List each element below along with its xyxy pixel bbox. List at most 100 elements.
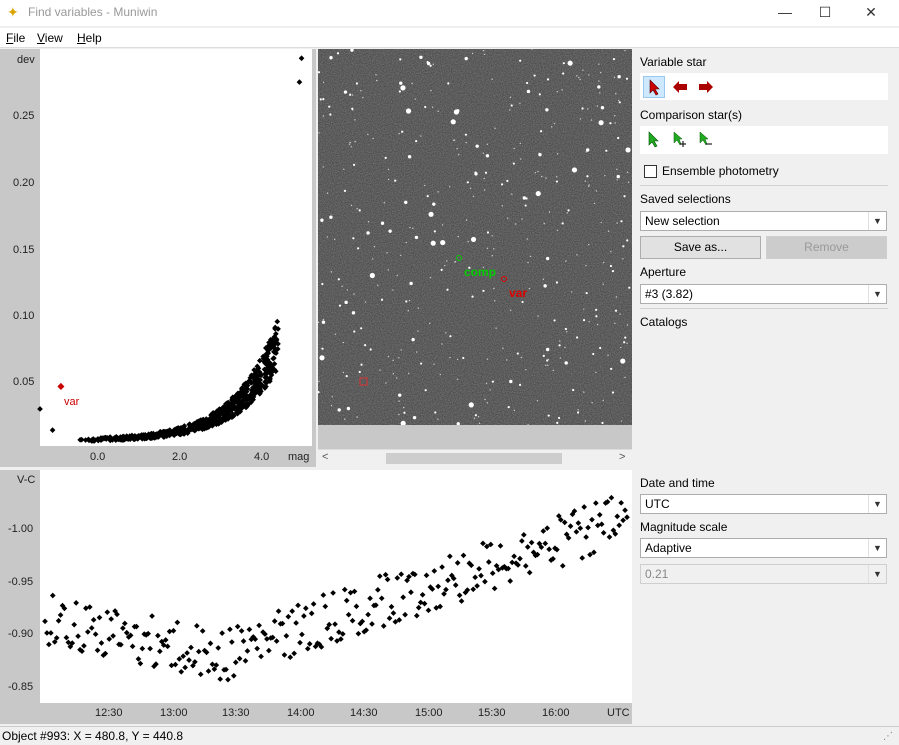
star bbox=[521, 218, 523, 220]
star bbox=[429, 64, 432, 67]
star bbox=[383, 202, 386, 204]
magnitude-range-dropdown[interactable]: 0.21 ▼ bbox=[640, 564, 887, 584]
display-options-panel: Date and time UTC ▼ Magnitude scale Adap… bbox=[634, 470, 893, 724]
star bbox=[516, 352, 519, 355]
star bbox=[321, 320, 326, 324]
star bbox=[526, 238, 529, 240]
star bbox=[486, 143, 488, 146]
star bbox=[548, 211, 551, 213]
star bbox=[469, 187, 472, 190]
star bbox=[520, 356, 523, 359]
star bbox=[387, 178, 390, 181]
star bbox=[376, 79, 378, 82]
star bbox=[398, 90, 401, 93]
select-variable-button[interactable] bbox=[643, 76, 665, 98]
star bbox=[429, 322, 431, 325]
add-comparison-button[interactable] bbox=[669, 129, 691, 151]
scrollbar-thumb[interactable] bbox=[386, 453, 562, 464]
star bbox=[566, 331, 568, 333]
star bbox=[354, 140, 356, 143]
star bbox=[543, 222, 545, 225]
previous-variable-button[interactable] bbox=[669, 76, 691, 98]
star bbox=[366, 231, 370, 235]
ensemble-label: Ensemble photometry bbox=[662, 164, 779, 178]
star bbox=[502, 347, 504, 349]
star bbox=[412, 227, 414, 229]
mag-dev-scatter-plot[interactable] bbox=[0, 49, 316, 467]
star bbox=[404, 200, 408, 205]
star bbox=[613, 76, 616, 79]
star bbox=[398, 357, 400, 359]
magnitude-scale-label: Magnitude scale bbox=[640, 520, 728, 534]
star bbox=[458, 153, 460, 156]
variable-star-toolbar bbox=[640, 73, 888, 100]
save-as-button[interactable]: Save as... bbox=[640, 236, 761, 259]
ensemble-checkbox[interactable] bbox=[644, 165, 657, 178]
star bbox=[351, 94, 354, 96]
star bbox=[319, 355, 325, 361]
star bbox=[601, 421, 604, 425]
star bbox=[614, 115, 616, 117]
scatter-x-tick: 2.0 bbox=[172, 451, 188, 463]
star bbox=[576, 411, 580, 414]
resize-grip-icon[interactable]: ⋰ bbox=[883, 731, 893, 742]
scroll-left-icon[interactable]: < bbox=[322, 451, 328, 463]
muniwin-star-icon: ✦ bbox=[7, 4, 19, 20]
star bbox=[547, 358, 550, 361]
menu-file[interactable]: File bbox=[6, 31, 25, 45]
remove-comparison-button[interactable] bbox=[695, 129, 717, 151]
star bbox=[351, 107, 354, 110]
next-variable-button[interactable] bbox=[695, 76, 717, 98]
star bbox=[409, 281, 413, 286]
star-field-image[interactable] bbox=[318, 49, 632, 425]
star bbox=[595, 315, 598, 318]
star bbox=[387, 269, 390, 271]
star bbox=[437, 110, 439, 112]
star bbox=[507, 405, 510, 409]
star bbox=[605, 149, 608, 152]
star bbox=[456, 358, 459, 361]
star bbox=[595, 371, 597, 374]
star bbox=[582, 319, 586, 322]
light-curve-plot[interactable] bbox=[0, 470, 632, 724]
star bbox=[482, 152, 485, 154]
star bbox=[321, 282, 324, 286]
star bbox=[535, 190, 541, 197]
remove-button[interactable]: Remove bbox=[766, 236, 887, 259]
scroll-right-icon[interactable]: > bbox=[619, 451, 625, 463]
star bbox=[344, 418, 346, 420]
select-comparison-button[interactable] bbox=[643, 129, 665, 151]
star bbox=[561, 89, 563, 91]
horizontal-scrollbar[interactable]: < > bbox=[318, 449, 632, 466]
star bbox=[486, 402, 489, 404]
star bbox=[433, 363, 435, 365]
date-time-dropdown[interactable]: UTC ▼ bbox=[640, 494, 887, 514]
maximize-button[interactable]: ☐ bbox=[802, 0, 848, 26]
aperture-dropdown[interactable]: #3 (3.82) ▼ bbox=[640, 284, 887, 304]
magnitude-scale-dropdown[interactable]: Adaptive ▼ bbox=[640, 538, 887, 558]
star bbox=[447, 82, 450, 85]
star bbox=[334, 333, 337, 335]
menu-bar: File View Help bbox=[0, 28, 899, 48]
star bbox=[537, 315, 539, 317]
menu-help[interactable]: Help bbox=[77, 31, 102, 45]
star bbox=[591, 401, 593, 404]
star bbox=[565, 260, 567, 262]
star bbox=[626, 324, 629, 326]
star bbox=[465, 219, 468, 221]
star bbox=[379, 369, 381, 371]
star bbox=[322, 81, 325, 84]
close-button[interactable]: ✕ bbox=[848, 0, 894, 26]
menu-view[interactable]: View bbox=[37, 31, 63, 45]
star bbox=[607, 354, 609, 356]
star bbox=[420, 135, 422, 137]
star bbox=[609, 264, 613, 268]
star bbox=[576, 75, 578, 77]
comparison-toolbar bbox=[640, 126, 888, 154]
saved-selections-dropdown[interactable]: New selection ▼ bbox=[640, 211, 887, 231]
star bbox=[441, 343, 443, 345]
star bbox=[546, 78, 550, 81]
star bbox=[336, 52, 340, 55]
star bbox=[486, 247, 489, 249]
star bbox=[342, 371, 345, 374]
